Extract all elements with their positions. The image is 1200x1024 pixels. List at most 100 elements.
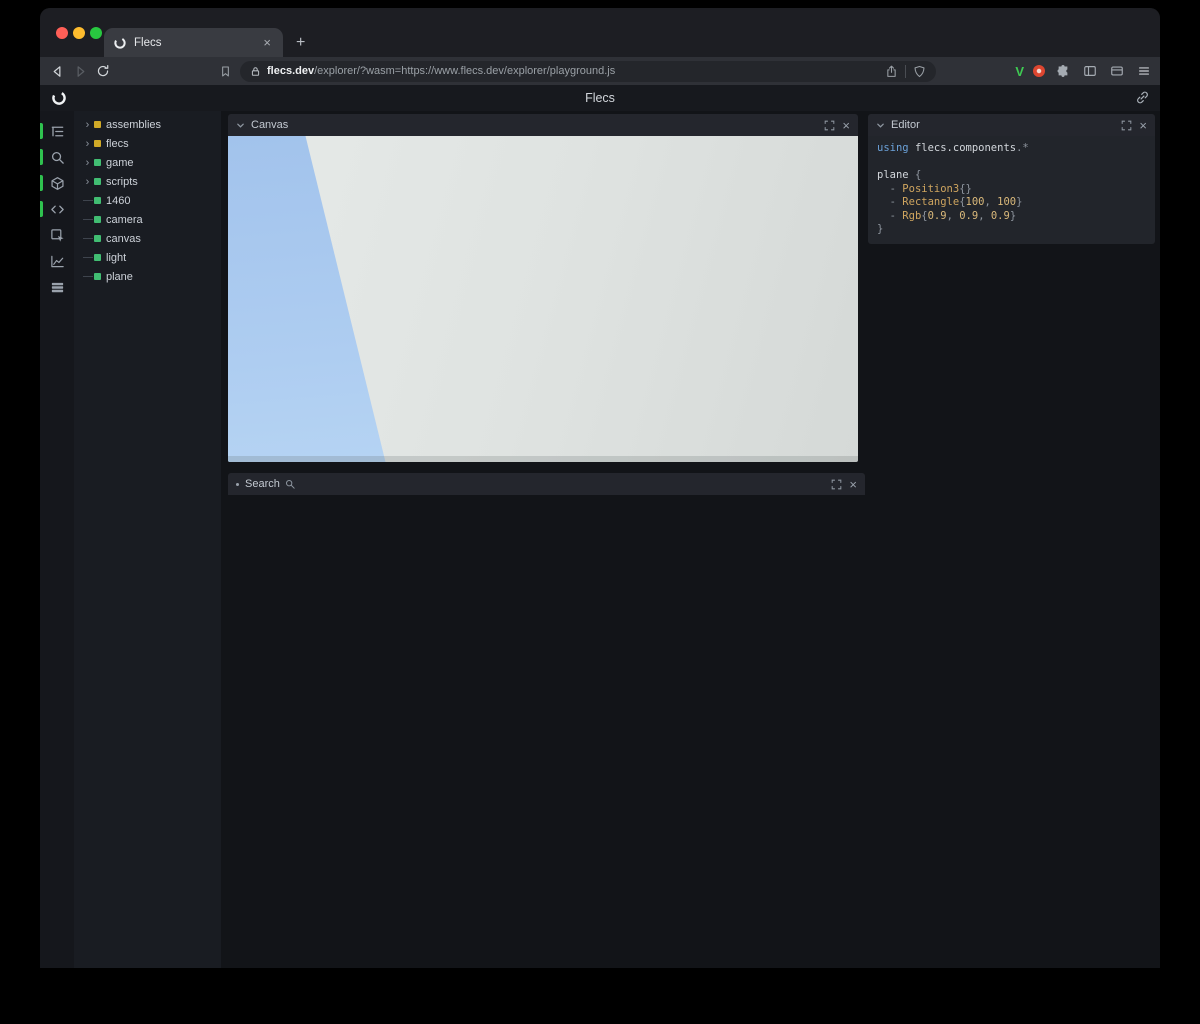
share-icon[interactable] <box>885 65 898 78</box>
entity-tree-icon <box>50 124 65 139</box>
active-indicator <box>40 201 43 217</box>
close-panel-icon[interactable]: × <box>842 119 850 132</box>
rail-search[interactable] <box>40 144 74 170</box>
code-token: } <box>877 223 883 235</box>
tree-item-label: flecs <box>106 138 129 150</box>
extensions-puzzle-icon[interactable] <box>1054 62 1072 80</box>
url-domain: flecs.dev <box>267 65 314 77</box>
editor-panel-header[interactable]: Editor × <box>868 114 1155 136</box>
zoom-window-button[interactable] <box>90 27 102 39</box>
tree-item-scripts[interactable]: ›scripts <box>74 172 221 191</box>
code-line: - Rgb{0.9, 0.9, 0.9} <box>877 210 1146 224</box>
sidebar-toggle-icon[interactable] <box>1081 62 1099 80</box>
code-line <box>877 156 1146 170</box>
red-extension-icon[interactable] <box>1033 65 1045 77</box>
url-path: /explorer/?wasm=https://www.flecs.dev/ex… <box>314 65 615 77</box>
code-token: .* <box>1016 142 1029 154</box>
v-extension-icon[interactable]: V <box>1015 64 1024 79</box>
tree-item-light[interactable]: light <box>74 248 221 267</box>
rail-cube[interactable] <box>40 170 74 196</box>
code-token: {} <box>959 183 972 195</box>
minimize-window-button[interactable] <box>73 27 85 39</box>
module-square-icon <box>94 121 101 128</box>
entity-square-icon <box>94 159 101 166</box>
chevron-down-icon[interactable] <box>876 121 885 130</box>
search-panel: Search × <box>228 473 865 495</box>
3d-canvas-viewport[interactable] <box>228 136 858 462</box>
module-square-icon <box>94 140 101 147</box>
expand-panel-icon[interactable] <box>1121 120 1132 131</box>
address-bar[interactable]: flecs.dev/explorer/?wasm=https://www.fle… <box>240 61 936 82</box>
tree-guide <box>81 238 94 239</box>
tree-item-game[interactable]: › game <box>74 153 221 172</box>
expand-arrow-icon[interactable]: › <box>81 119 94 131</box>
inspector-icon <box>50 228 65 243</box>
tree-guide-line <box>83 257 93 258</box>
menu-icon[interactable] <box>1135 62 1153 80</box>
expand-arrow-icon[interactable]: › <box>81 138 94 150</box>
close-panel-icon[interactable]: × <box>1139 119 1147 132</box>
rows-icon <box>50 280 65 295</box>
canvas-panel-header[interactable]: Canvas × <box>228 114 858 136</box>
bookmarks-icon[interactable] <box>216 62 234 80</box>
code-token: , <box>947 210 960 222</box>
expand-panel-icon[interactable] <box>831 479 842 490</box>
code-token: { <box>915 169 921 181</box>
browser-window: Flecs × + flecs.dev/explorer/?wasm=https… <box>40 8 1160 968</box>
search-panel-header[interactable]: Search × <box>228 473 865 495</box>
page-title: Flecs <box>585 91 615 105</box>
entity-square-icon <box>94 216 101 223</box>
entity-tree: › assemblies › flecs › game ›scripts 1460 camera… <box>74 111 221 968</box>
tree-item-1460[interactable]: 1460 <box>74 191 221 210</box>
rail-rows[interactable] <box>40 274 74 300</box>
code-line: using flecs.components.* <box>877 142 1146 156</box>
tab-title: Flecs <box>134 37 260 49</box>
url-text: flecs.dev/explorer/?wasm=https://www.fle… <box>267 65 877 77</box>
tree-item-label: assemblies <box>106 119 161 131</box>
rail-stats-chart[interactable] <box>40 248 74 274</box>
back-button[interactable] <box>48 62 66 80</box>
reload-button[interactable] <box>94 62 112 80</box>
expand-arrow-icon[interactable]: › <box>81 176 94 188</box>
cube-icon <box>50 176 65 191</box>
code-line: - Rectangle{100, 100} <box>877 196 1146 210</box>
tree-item-assemblies[interactable]: › assemblies <box>74 115 221 134</box>
code-token: - <box>877 183 902 195</box>
rail-inspector[interactable] <box>40 222 74 248</box>
active-indicator <box>40 123 43 139</box>
entity-square-icon <box>94 273 101 280</box>
close-panel-icon[interactable]: × <box>849 478 857 491</box>
code-editor[interactable]: using flecs.components.* plane { - Posit… <box>868 136 1155 244</box>
wallet-icon[interactable] <box>1108 62 1126 80</box>
code-line: plane { <box>877 169 1146 183</box>
rail-code[interactable] <box>40 196 74 222</box>
close-window-button[interactable] <box>56 27 68 39</box>
chevron-down-icon[interactable] <box>236 121 245 130</box>
editor-panel: Editor × using flecs.components.* plane … <box>868 114 1155 244</box>
share-link-icon[interactable] <box>1135 90 1150 105</box>
browser-tab[interactable]: Flecs × <box>104 28 283 57</box>
code-token: - <box>877 196 902 208</box>
explorer-content: › assemblies › flecs › game ›scripts 1460 camera… <box>40 111 1160 968</box>
new-tab-button[interactable]: + <box>290 32 311 54</box>
code-token: Rectangle <box>902 196 959 208</box>
code-icon <box>50 202 65 217</box>
tree-item-label: 1460 <box>106 195 130 207</box>
tab-close-icon[interactable]: × <box>260 35 274 50</box>
tree-item-flecs[interactable]: › flecs <box>74 134 221 153</box>
rail-entity-tree[interactable] <box>40 118 74 144</box>
flecs-logo-icon <box>51 90 67 106</box>
tree-item-camera[interactable]: camera <box>74 210 221 229</box>
code-token: - <box>877 210 902 222</box>
tree-item-plane[interactable]: plane <box>74 267 221 286</box>
code-token: flecs.components <box>915 142 1016 154</box>
tree-item-label: game <box>106 157 134 169</box>
code-token: , <box>985 196 998 208</box>
shield-icon[interactable] <box>913 65 926 78</box>
forward-button[interactable] <box>71 62 89 80</box>
collapsed-indicator-icon[interactable] <box>236 483 239 486</box>
tree-item-canvas[interactable]: canvas <box>74 229 221 248</box>
expand-panel-icon[interactable] <box>824 120 835 131</box>
expand-arrow-icon[interactable]: › <box>81 157 94 169</box>
panel-title: Canvas <box>251 119 288 131</box>
